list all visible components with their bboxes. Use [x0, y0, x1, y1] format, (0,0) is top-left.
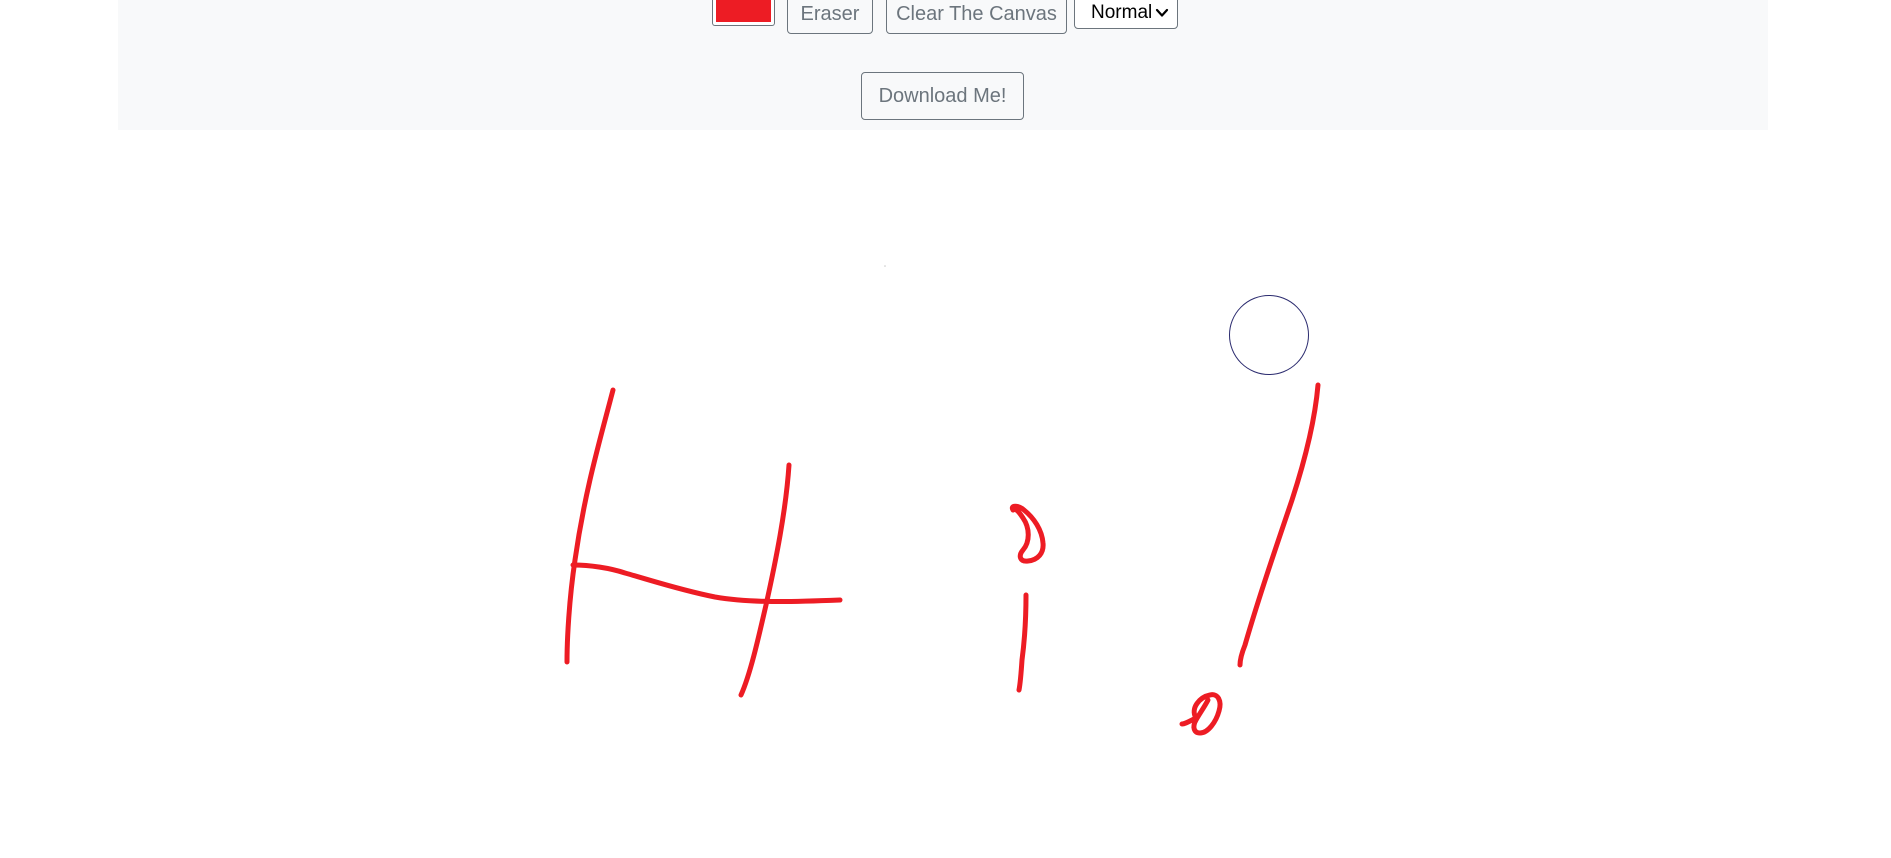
canvas-speck: [884, 265, 886, 267]
clear-canvas-button[interactable]: Clear The Canvas: [886, 0, 1067, 34]
chevron-down-icon: [1152, 3, 1171, 23]
drawing-strokes: [564, 265, 1321, 736]
download-button[interactable]: Download Me!: [861, 72, 1024, 120]
brush-mode-select[interactable]: Normal: [1074, 0, 1178, 29]
drawing-canvas[interactable]: [0, 130, 1891, 853]
stroke-h-right: [738, 462, 792, 698]
stroke-h-left: [564, 387, 616, 665]
eraser-button[interactable]: Eraser: [787, 0, 873, 34]
color-picker-swatch: [716, 0, 771, 22]
stroke-h-crossbar: [570, 562, 843, 605]
brush-mode-selected-value: Normal: [1091, 1, 1153, 23]
stroke-i-dot: [1009, 503, 1046, 564]
stroke-i-stem: [1016, 592, 1029, 693]
color-picker[interactable]: [712, 0, 775, 26]
stroke-exclamation-line: [1237, 382, 1321, 668]
stroke-exclamation-dot: [1179, 692, 1223, 736]
